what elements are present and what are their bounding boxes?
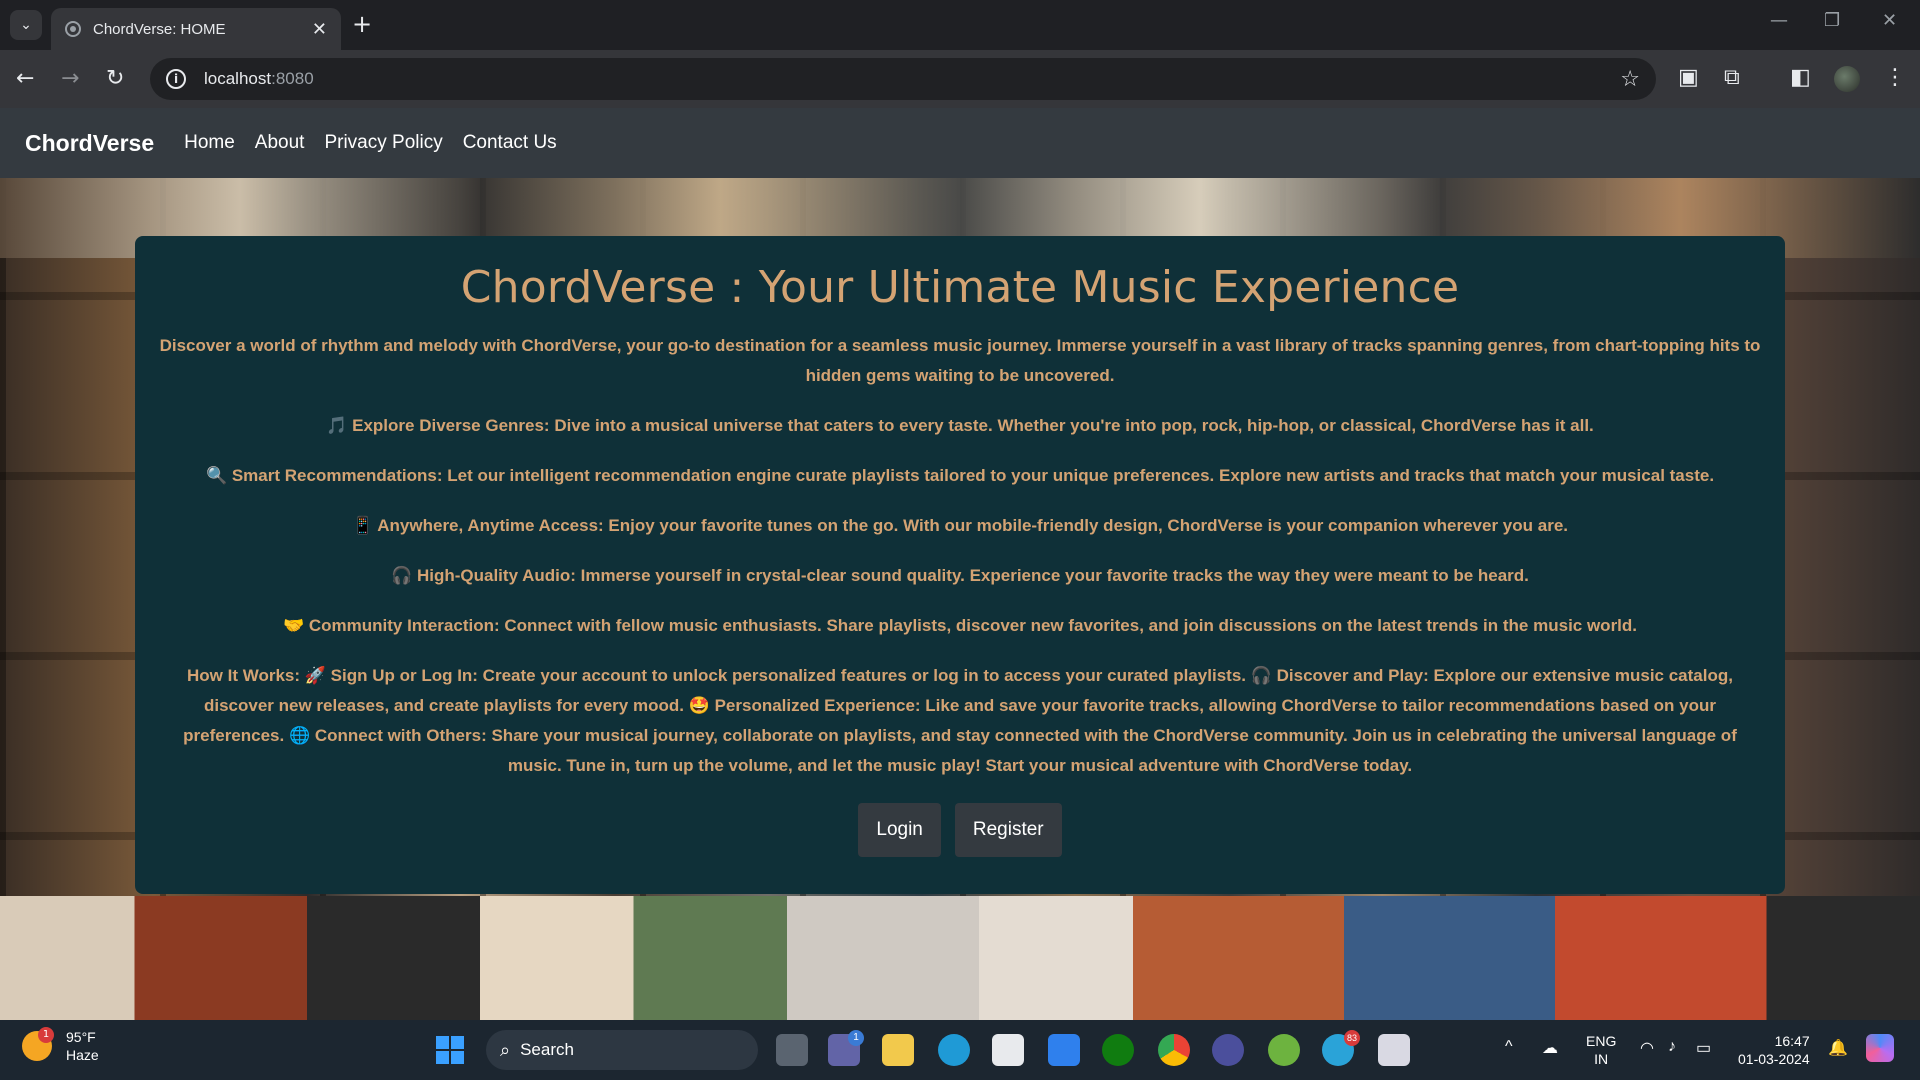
store-icon[interactable] <box>992 1034 1024 1066</box>
browser-tab-bar: ⌄ ChordVerse: HOME ✕ + — ❐ ✕ <box>0 0 1920 50</box>
browser-tab-active[interactable]: ChordVerse: HOME ✕ <box>51 8 341 50</box>
weather-sun-icon: 1 <box>22 1027 54 1061</box>
nav-link-privacy-policy[interactable]: Privacy Policy <box>324 132 442 154</box>
notification-bell-icon[interactable]: 🔔 <box>1828 1038 1848 1058</box>
chrome-icon[interactable] <box>1158 1034 1190 1066</box>
background-records-bottom <box>0 896 1920 1020</box>
headphones-icon: 🎧 <box>391 566 413 585</box>
nav-link-home[interactable]: Home <box>184 132 235 154</box>
weather-condition: Haze <box>66 1047 99 1063</box>
web-page: ChordVerse Home About Privacy Policy Con… <box>0 108 1920 1020</box>
xbox-icon[interactable] <box>1102 1034 1134 1066</box>
clock[interactable]: 16:47 01-03-2024 <box>1738 1032 1810 1068</box>
search-label: Search <box>520 1040 574 1059</box>
close-tab-icon[interactable]: ✕ <box>312 19 327 40</box>
profile-avatar[interactable] <box>1834 66 1860 92</box>
handshake-icon: 🤝 <box>282 616 305 635</box>
onedrive-cloud-icon[interactable]: ☁ <box>1542 1038 1558 1058</box>
url-text[interactable]: localhost:8080 <box>204 69 1620 89</box>
hero-intro: Discover a world of rhythm and melody wi… <box>159 336 1761 385</box>
magnifier-icon: 🔍 <box>205 466 228 485</box>
feature-recommendations: 🔍 Smart Recommendations: Let our intelli… <box>205 466 1715 485</box>
language-indicator[interactable]: ENG IN <box>1586 1032 1616 1068</box>
side-panel-icon[interactable]: ◧ <box>1790 65 1811 90</box>
register-button[interactable]: Register <box>954 803 1062 857</box>
address-bar[interactable]: i localhost:8080 ☆ <box>150 58 1656 100</box>
restore-icon[interactable]: ❐ <box>1824 10 1840 31</box>
feature-community: 🤝 Community Interaction: Connect with fe… <box>282 616 1638 635</box>
site-info-icon[interactable]: i <box>166 69 186 89</box>
extensions-puzzle-icon[interactable]: ⧉ <box>1724 65 1740 90</box>
edge-icon[interactable] <box>938 1034 970 1066</box>
nav-link-contact-us[interactable]: Contact Us <box>463 132 557 154</box>
minimize-icon[interactable]: — <box>1770 10 1788 31</box>
feature-genres: 🎵 Explore Diverse Genres: Dive into a mu… <box>326 416 1594 435</box>
reload-icon[interactable]: ↻ <box>106 65 124 93</box>
nav-link-about[interactable]: About <box>255 132 305 154</box>
weather-badge: 1 <box>38 1027 54 1043</box>
task-view-icon[interactable] <box>776 1034 808 1066</box>
back-arrow-icon[interactable]: ← <box>16 65 34 93</box>
bookmark-star-icon[interactable]: ☆ <box>1620 67 1640 92</box>
teams-icon[interactable]: 1 <box>828 1030 864 1066</box>
close-window-icon[interactable]: ✕ <box>1882 10 1897 31</box>
volume-icon[interactable]: ♪ <box>1668 1038 1676 1056</box>
site-navbar: ChordVerse Home About Privacy Policy Con… <box>0 108 1920 178</box>
menu-kebab-icon[interactable]: ⋮ <box>1884 65 1906 90</box>
spring-tools-icon[interactable] <box>1268 1034 1300 1066</box>
search-icon: ⌕ <box>500 1039 511 1060</box>
extension-icon[interactable]: ▣ <box>1678 65 1699 90</box>
mail-icon[interactable] <box>1048 1034 1080 1066</box>
music-note-icon: 🎵 <box>326 416 348 435</box>
forward-arrow-icon[interactable]: → <box>61 65 79 93</box>
windows-start-icon[interactable] <box>436 1036 464 1064</box>
taskbar-search[interactable]: ⌕ Search <box>486 1030 758 1070</box>
hero-card: ChordVerse : Your Ultimate Music Experie… <box>135 236 1785 894</box>
tray-chevron-up-icon[interactable]: ^ <box>1505 1038 1513 1056</box>
teams-badge: 1 <box>848 1030 864 1046</box>
windows-taskbar: 1 95°F Haze ⌕ Search 1 83 ^ ☁ ENG IN ◠ ♪… <box>0 1020 1920 1080</box>
new-tab-button[interactable]: + <box>352 10 372 38</box>
browser-toolbar: ← → ↻ i localhost:8080 ☆ ▣ ⧉ ◧ ⋮ <box>0 50 1920 108</box>
eclipse-icon[interactable] <box>1212 1034 1244 1066</box>
auth-buttons: Login Register <box>155 803 1765 857</box>
hero-title: ChordVerse : Your Ultimate Music Experie… <box>460 262 1460 313</box>
temperature: 95°F <box>66 1029 96 1045</box>
login-button[interactable]: Login <box>858 803 941 857</box>
weather-widget[interactable]: 1 95°F Haze <box>22 1027 99 1064</box>
clock-time: 16:47 <box>1774 1033 1810 1049</box>
how-it-works: How It Works: 🚀 Sign Up or Log In: Creat… <box>183 666 1737 775</box>
telegram-icon[interactable]: 83 <box>1322 1030 1360 1066</box>
copilot-icon[interactable] <box>1866 1034 1894 1062</box>
wifi-icon[interactable]: ◠ <box>1640 1038 1654 1058</box>
feature-audio: 🎧 High-Quality Audio: Immerse yourself i… <box>391 566 1529 585</box>
snipping-tool-icon[interactable] <box>1378 1034 1410 1066</box>
clock-date: 01-03-2024 <box>1738 1051 1810 1067</box>
brand-logo[interactable]: ChordVerse <box>25 130 154 157</box>
file-explorer-icon[interactable] <box>882 1034 914 1066</box>
feature-access: 📱 Anywhere, Anytime Access: Enjoy your f… <box>352 516 1568 535</box>
mobile-phone-icon: 📱 <box>352 516 374 535</box>
telegram-badge: 83 <box>1344 1030 1360 1046</box>
tab-title: ChordVerse: HOME <box>93 20 226 38</box>
tab-search-button[interactable]: ⌄ <box>10 10 42 40</box>
battery-icon[interactable]: ▭ <box>1696 1038 1711 1058</box>
globe-icon <box>65 21 81 37</box>
